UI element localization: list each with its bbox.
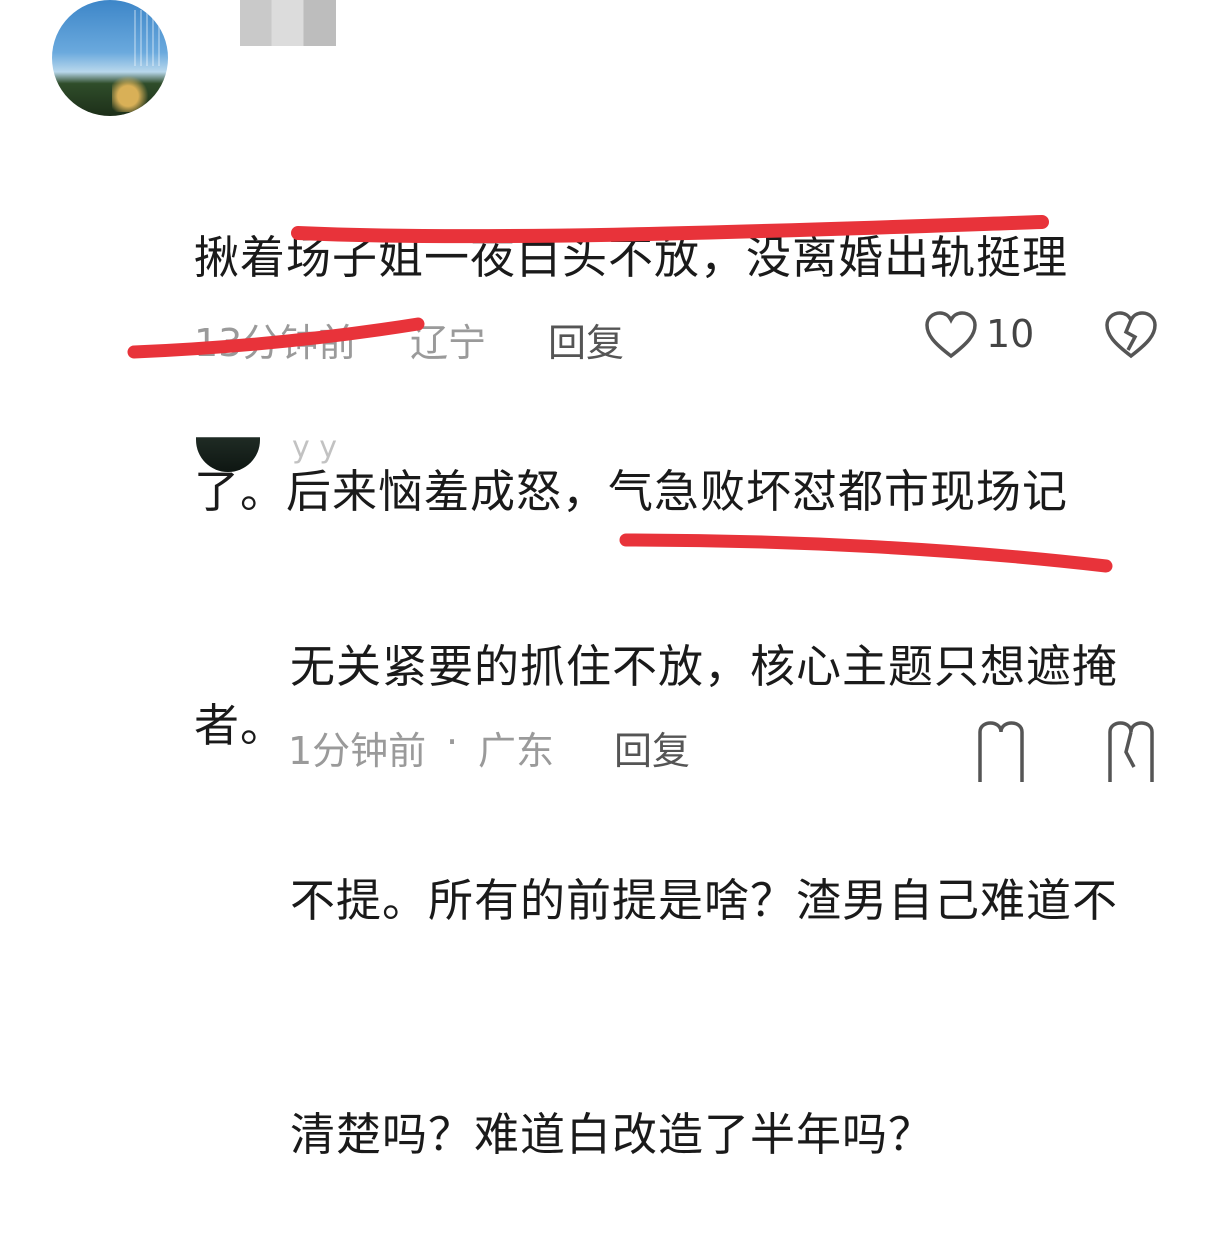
reply-button[interactable]: 回复 — [614, 720, 690, 775]
reply-line: 不提。所有的前提是啥？渣男自己难道不 — [290, 874, 1119, 927]
username-blurred[interactable] — [240, 0, 336, 46]
broken-heart-icon[interactable] — [1104, 310, 1158, 360]
reply-line: 无关紧要的抓住不放，核心主题只想遮掩 — [290, 640, 1119, 693]
reply-line: 清楚吗？难道白改造了半年吗？ — [290, 1108, 935, 1161]
comment-time: 13分钟前 — [194, 321, 357, 365]
comment-line: 揪着场子姐一夜白头不放，没离婚出轨挺理 — [194, 231, 1069, 284]
reply-text: 无关紧要的抓住不放，核心主题只想遮掩 不提。所有的前提是啥？渣男自己难道不 清楚… — [290, 472, 1180, 1252]
heart-icon[interactable] — [924, 310, 978, 360]
like-count: 10 — [986, 312, 1035, 356]
avatar-decoration — [112, 72, 152, 112]
meta-separator: · — [446, 720, 459, 764]
reply-location: 广东 — [478, 729, 555, 773]
avatar-decoration — [134, 10, 162, 66]
reply-button[interactable]: 回复 — [548, 312, 624, 367]
reply-time: 1分钟前 — [288, 729, 427, 773]
heart-icon[interactable] — [974, 712, 1028, 782]
avatar[interactable] — [52, 0, 168, 116]
reply-username[interactable]: y y — [292, 430, 337, 465]
comment-location: 辽宁 — [410, 321, 487, 365]
broken-heart-icon[interactable] — [1104, 712, 1158, 782]
